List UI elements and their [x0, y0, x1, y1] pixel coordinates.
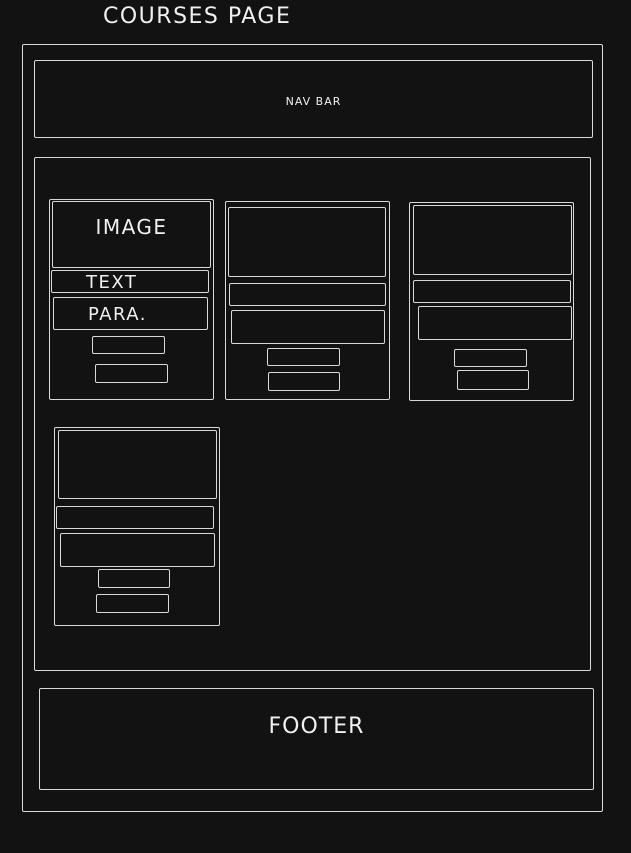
- footer-label: FOOTER: [268, 714, 365, 739]
- card-button[interactable]: [95, 364, 168, 383]
- card-image-label: IMAGE: [95, 215, 168, 239]
- nav-bar: NAV BAR: [34, 60, 593, 138]
- card-button[interactable]: [267, 348, 340, 366]
- card-button[interactable]: [268, 372, 340, 391]
- card-button[interactable]: [98, 569, 170, 588]
- card-image-placeholder: [228, 207, 386, 277]
- card-text-placeholder: [413, 280, 571, 303]
- card-text-placeholder: [56, 506, 214, 529]
- card-text-label: TEXT: [86, 272, 138, 293]
- card-image-placeholder: IMAGE: [52, 201, 211, 268]
- card-button[interactable]: [92, 336, 165, 354]
- card-para-placeholder: [60, 533, 215, 567]
- card-button[interactable]: [454, 349, 527, 367]
- card-para-placeholder: [231, 310, 385, 344]
- card-text-placeholder: [229, 283, 386, 306]
- card-text-placeholder: TEXT: [51, 270, 209, 293]
- page-title: COURSES PAGE: [103, 4, 292, 29]
- card-button[interactable]: [457, 370, 529, 390]
- card-para-placeholder: [418, 306, 572, 340]
- card-para-label: PARA.: [88, 304, 148, 325]
- nav-bar-label: NAV BAR: [285, 95, 342, 108]
- card-image-placeholder: [413, 205, 572, 275]
- footer: FOOTER: [39, 688, 594, 790]
- card-image-placeholder: [58, 430, 217, 499]
- card-button[interactable]: [96, 594, 169, 613]
- card-para-placeholder: PARA.: [53, 297, 208, 330]
